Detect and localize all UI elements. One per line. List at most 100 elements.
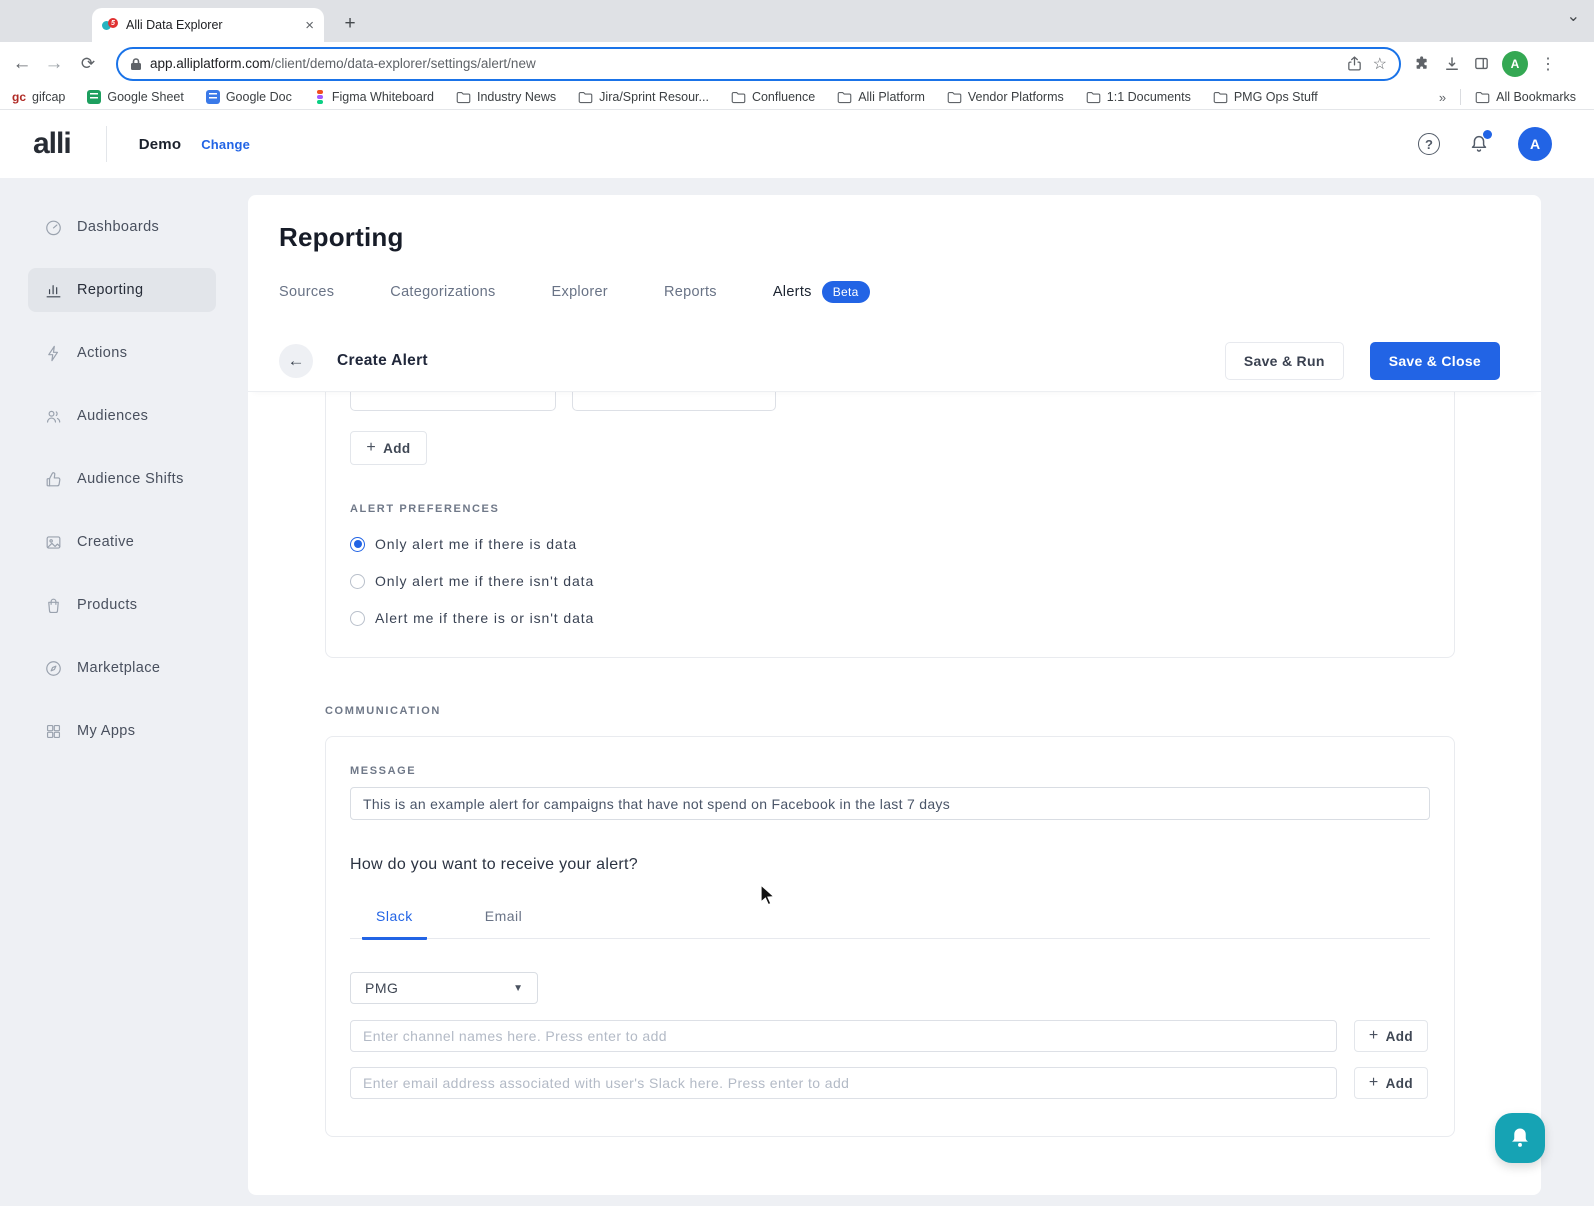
tab-sources[interactable]: Sources <box>279 284 334 300</box>
tab-search-chevron-icon[interactable]: ⌄ <box>1567 6 1580 26</box>
browser-menu-kebab-icon[interactable]: ⋮ <box>1540 54 1556 74</box>
tab-reports[interactable]: Reports <box>664 284 717 300</box>
folder-icon <box>1213 91 1228 104</box>
tab-explorer[interactable]: Explorer <box>552 284 608 300</box>
communication-label: COMMUNICATION <box>325 705 1541 717</box>
radio-option-data[interactable]: Only alert me if there is data <box>350 536 1430 552</box>
bookmark-folder-11-documents[interactable]: 1:1 Documents <box>1086 90 1191 104</box>
thumbs-up-icon <box>44 470 63 489</box>
bookmark-folder-confluence[interactable]: Confluence <box>731 90 815 104</box>
add-criteria-button[interactable]: + Add <box>350 431 427 465</box>
bookmark-folder-pmg-ops[interactable]: PMG Ops Stuff <box>1213 90 1318 104</box>
sidebar-item-actions[interactable]: Actions <box>28 331 216 375</box>
tab-slack[interactable]: Slack <box>362 908 427 940</box>
apps-grid-icon <box>44 722 63 741</box>
alert-preferences-label: ALERT PREFERENCES <box>350 503 1430 515</box>
criteria-input-partial[interactable] <box>350 392 556 411</box>
reload-icon[interactable]: ⟳ <box>74 50 102 78</box>
image-icon <box>44 533 63 552</box>
plus-icon: + <box>1369 1074 1379 1092</box>
change-client-link[interactable]: Change <box>201 137 250 152</box>
browser-tabstrip: 5 Alli Data Explorer × + ⌄ <box>0 0 1594 42</box>
forward-icon[interactable]: → <box>40 50 68 78</box>
client-name: Demo <box>139 136 181 153</box>
widget-bell-icon <box>1507 1125 1533 1151</box>
sidebar-item-marketplace[interactable]: Marketplace <box>28 646 216 690</box>
alli-favicon-icon: 5 <box>102 18 118 32</box>
radio-option-no-data[interactable]: Only alert me if there isn't data <box>350 573 1430 589</box>
back-button[interactable]: ← <box>279 344 313 378</box>
slack-email-input[interactable] <box>350 1067 1337 1099</box>
channel-input-row: + Add <box>350 1020 1430 1052</box>
lock-icon <box>130 57 142 71</box>
sidebar-item-my-apps[interactable]: My Apps <box>28 709 216 753</box>
radio-selected-icon[interactable] <box>350 537 365 552</box>
bookmark-folder-vendor-platforms[interactable]: Vendor Platforms <box>947 90 1064 104</box>
bookmark-star-icon[interactable]: ☆ <box>1373 54 1387 74</box>
save-and-close-button[interactable]: Save & Close <box>1370 342 1500 380</box>
new-tab-button[interactable]: + <box>336 10 364 38</box>
bookmark-folder-jira[interactable]: Jira/Sprint Resour... <box>578 90 709 104</box>
app-header: alli Demo Change ? A <box>0 110 1594 178</box>
communication-card: MESSAGE How do you want to receive your … <box>325 736 1455 1137</box>
bookmark-google-doc[interactable]: Google Doc <box>206 90 292 104</box>
workspace-select[interactable]: PMG ▼ <box>350 972 538 1004</box>
sidebar-item-creative[interactable]: Creative <box>28 520 216 564</box>
shopping-bag-icon <box>44 596 63 615</box>
save-and-run-button[interactable]: Save & Run <box>1225 342 1344 380</box>
add-email-button[interactable]: + Add <box>1354 1067 1428 1099</box>
browser-toolbar: ← → ⟳ app.alliplatform.com/client/demo/d… <box>0 42 1594 85</box>
message-input[interactable] <box>350 787 1430 820</box>
folder-icon <box>578 91 593 104</box>
sidebar-item-reporting[interactable]: Reporting <box>28 268 216 312</box>
compass-icon <box>44 659 63 678</box>
back-icon[interactable]: ← <box>8 50 36 78</box>
receive-question: How do you want to receive your alert? <box>350 856 1430 874</box>
sidebar-item-products[interactable]: Products <box>28 583 216 627</box>
caret-down-icon: ▼ <box>513 983 523 994</box>
all-bookmarks[interactable]: All Bookmarks <box>1475 90 1576 104</box>
add-channel-button[interactable]: + Add <box>1354 1020 1428 1052</box>
people-icon <box>44 407 63 426</box>
radio-icon[interactable] <box>350 574 365 589</box>
alli-logo[interactable]: alli <box>33 127 71 161</box>
folder-icon <box>837 91 852 104</box>
sidebar-item-audiences[interactable]: Audiences <box>28 394 216 438</box>
sidebar: Dashboards Reporting Actions Audiences A… <box>0 178 248 1206</box>
url-bar[interactable]: app.alliplatform.com/client/demo/data-ex… <box>116 47 1401 81</box>
notifications-bell-icon[interactable] <box>1468 132 1490 156</box>
download-icon[interactable] <box>1443 55 1461 73</box>
tab-alerts[interactable]: Alerts Beta <box>773 281 870 303</box>
browser-tab[interactable]: 5 Alli Data Explorer × <box>92 8 324 42</box>
google-doc-icon <box>206 90 220 104</box>
bookmarks-overflow-chevron[interactable]: » <box>1439 90 1446 105</box>
notifications-widget-button[interactable] <box>1495 1113 1545 1163</box>
plus-icon: + <box>366 439 376 457</box>
sidebar-item-audience-shifts[interactable]: Audience Shifts <box>28 457 216 501</box>
folder-icon <box>456 91 471 104</box>
reporting-tabs: Sources Categorizations Explorer Reports… <box>279 281 870 303</box>
bookmark-folder-alli-platform[interactable]: Alli Platform <box>837 90 925 104</box>
channel-names-input[interactable] <box>350 1020 1337 1052</box>
bookmark-google-sheet[interactable]: Google Sheet <box>87 90 183 104</box>
browser-profile-avatar[interactable]: A <box>1502 51 1528 77</box>
radio-option-either[interactable]: Alert me if there is or isn't data <box>350 610 1430 626</box>
tab-email[interactable]: Email <box>471 908 537 938</box>
sidebar-item-dashboards[interactable]: Dashboards <box>28 205 216 249</box>
criteria-input-partial[interactable] <box>572 392 776 411</box>
share-icon[interactable] <box>1346 55 1363 72</box>
side-panel-icon[interactable] <box>1473 55 1490 72</box>
bookmark-gifcap[interactable]: gcgifcap <box>12 90 65 104</box>
email-input-row: + Add <box>350 1067 1430 1099</box>
user-avatar[interactable]: A <box>1518 127 1552 161</box>
tab-close-icon[interactable]: × <box>305 18 314 33</box>
help-icon[interactable]: ? <box>1418 133 1440 155</box>
bookmark-folder-industry-news[interactable]: Industry News <box>456 90 556 104</box>
extensions-puzzle-icon[interactable] <box>1413 55 1431 73</box>
url-path: /client/demo/data-explorer/settings/aler… <box>271 56 536 71</box>
radio-icon[interactable] <box>350 611 365 626</box>
create-alert-content: + Add ALERT PREFERENCES Only alert me if… <box>248 392 1541 1195</box>
bookmark-figma[interactable]: Figma Whiteboard <box>314 90 434 104</box>
tab-categorizations[interactable]: Categorizations <box>390 284 495 300</box>
gauge-icon <box>44 218 63 237</box>
